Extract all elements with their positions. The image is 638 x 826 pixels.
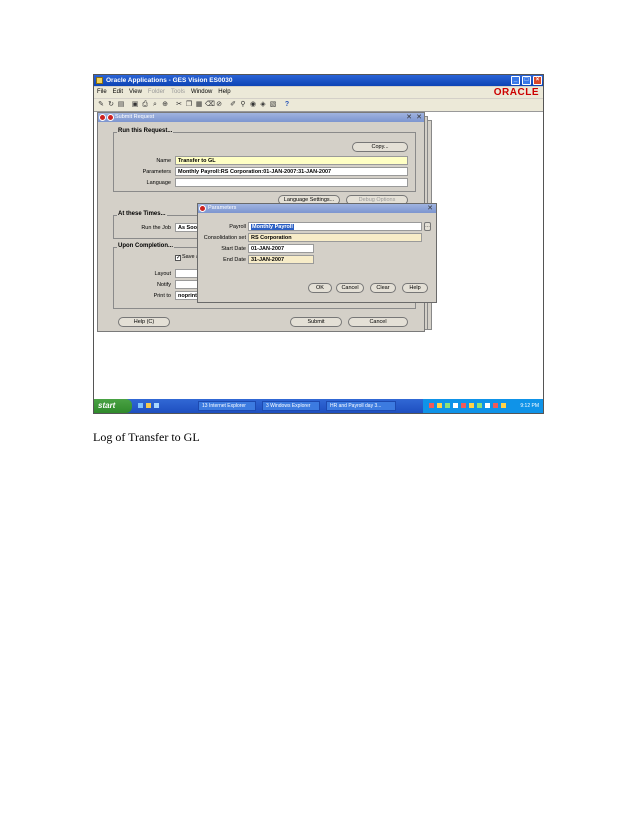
run-request-heading: Run this Request... [117, 128, 174, 134]
parameters-title: Parameters [208, 205, 237, 211]
parameters-field[interactable]: Monthly Payroll:RS Corporation:01-JAN-20… [175, 167, 408, 176]
tray-icon[interactable] [477, 403, 482, 408]
parameters-dialog: Parameters ✕ Payroll Monthly Payroll … C… [197, 203, 437, 303]
menu-window[interactable]: Window [191, 89, 212, 95]
window-menu-icon[interactable]: ✕ [406, 113, 412, 122]
cut-icon[interactable]: ✂ [175, 101, 183, 109]
close-parameters-icon[interactable]: ✕ [427, 204, 433, 213]
submit-request-title: Submit Request [115, 114, 155, 120]
window-icon[interactable]: ▧ [269, 101, 277, 109]
help-icon[interactable]: ? [283, 101, 291, 109]
language-field[interactable] [175, 178, 408, 187]
app-title: Oracle Applications - GES Vision ES0030 [106, 77, 233, 84]
run-job-label: Run the Job [141, 225, 171, 231]
tray-icon[interactable] [501, 403, 506, 408]
taskbar: start 13 Internet Explorer 3 Windows Exp… [94, 399, 543, 413]
translate-icon[interactable]: ◈ [259, 101, 267, 109]
end-date-field[interactable]: 31-JAN-2007 [248, 255, 314, 264]
new-icon[interactable]: ✎ [97, 101, 105, 109]
help-button[interactable]: Help (C) [118, 317, 170, 327]
zoom-icon[interactable]: ⊕ [161, 101, 169, 109]
quick-launch-icon[interactable] [154, 403, 159, 408]
edit-icon[interactable]: ✐ [229, 101, 237, 109]
toolbar: ✎ ↻ ▤ ▣ ⎙ ⌕ ⊕ ✂ ❐ ▦ ⌫ ⊘ ✐ ⚲ ◉ ◈ ▧ ? [94, 99, 543, 112]
menu-file[interactable]: File [97, 89, 107, 95]
consolidation-label: Consolidation set [203, 235, 246, 241]
ok-button[interactable]: OK [308, 283, 332, 293]
delete-icon[interactable]: ⊘ [215, 101, 223, 109]
layout-label: Layout [154, 271, 171, 277]
start-button[interactable]: start [94, 399, 132, 413]
taskbar-item-ie[interactable]: 13 Internet Explorer [198, 401, 256, 411]
open-icon[interactable]: ▤ [117, 101, 125, 109]
submit-button[interactable]: Submit [290, 317, 342, 327]
oracle-icon [107, 114, 114, 121]
menu-tools[interactable]: Tools [171, 89, 185, 95]
tray-icon[interactable] [429, 403, 434, 408]
parameters-label: Parameters [142, 169, 171, 175]
copy-button[interactable]: Copy... [352, 142, 408, 152]
app-icon [96, 77, 103, 84]
consolidation-field[interactable]: RS Corporation [248, 233, 422, 242]
navigate-icon[interactable]: ↻ [107, 101, 115, 109]
taskbar-item-document[interactable]: HR and Payroll day 3... [326, 401, 396, 411]
app-title-bar: Oracle Applications - GES Vision ES0030 … [94, 75, 543, 86]
clear-icon[interactable]: ⌫ [205, 101, 215, 109]
menu-bar: File Edit View Folder Tools Window Help [94, 87, 543, 98]
payroll-label: Payroll [229, 224, 246, 230]
list-of-values-icon[interactable]: … [424, 222, 431, 231]
language-label: Language [146, 180, 171, 186]
paste-icon[interactable]: ▦ [195, 101, 203, 109]
print-to-label: Print to [153, 293, 171, 299]
start-date-label: Start Date [221, 246, 246, 252]
taskbar-item-explorer[interactable]: 3 Windows Explorer [262, 401, 320, 411]
quick-launch-icon[interactable] [146, 403, 151, 408]
schedule-heading: At these Times... [117, 211, 167, 217]
screenshot: Oracle Applications - GES Vision ES0030 … [93, 74, 544, 414]
print-icon[interactable]: ⎙ [141, 101, 149, 109]
tray-icon[interactable] [445, 403, 450, 408]
close-window-icon[interactable]: ✕ [416, 113, 422, 122]
oracle-icon [199, 205, 206, 212]
menu-view[interactable]: View [129, 89, 142, 95]
attach-icon[interactable]: ⚲ [239, 101, 247, 109]
close-icon[interactable]: × [533, 76, 542, 85]
caption: Log of Transfer to GL [93, 430, 200, 444]
tray-icon[interactable] [469, 403, 474, 408]
completion-heading: Upon Completion... [117, 243, 174, 249]
folder-icon[interactable]: ◉ [249, 101, 257, 109]
maximize-icon[interactable]: □ [522, 76, 531, 85]
quick-launch-icon[interactable] [138, 403, 143, 408]
name-label: Name [156, 158, 171, 164]
end-date-label: End Date [223, 257, 246, 263]
save-icon[interactable]: ▣ [131, 101, 139, 109]
menu-edit[interactable]: Edit [113, 89, 123, 95]
menu-help[interactable]: Help [218, 89, 230, 95]
payroll-field[interactable]: Monthly Payroll [248, 222, 422, 231]
copy-icon[interactable]: ❐ [185, 101, 193, 109]
system-tray: 9:12 PM [423, 399, 543, 413]
minimize-icon[interactable]: _ [511, 76, 520, 85]
tray-icon[interactable] [461, 403, 466, 408]
name-field[interactable]: Transfer to GL [175, 156, 408, 165]
clear-button[interactable]: Clear [370, 283, 396, 293]
tray-icon[interactable] [485, 403, 490, 408]
start-date-field[interactable]: 01-JAN-2007 [248, 244, 314, 253]
tray-icon[interactable] [493, 403, 498, 408]
notify-label: Notify [156, 282, 171, 288]
clock: 9:12 PM [520, 403, 539, 409]
cancel-button[interactable]: Cancel [348, 317, 408, 327]
save-checkbox[interactable]: ✓ [175, 255, 181, 261]
oracle-logo: ORACLE [493, 87, 539, 98]
parameters-title-bar: Parameters ✕ [198, 204, 436, 213]
payroll-value: Monthly Payroll [251, 224, 294, 230]
tray-icon[interactable] [453, 403, 458, 408]
oracle-icon [99, 114, 106, 121]
parameters-cancel-button[interactable]: Cancel [336, 283, 364, 293]
parameters-help-button[interactable]: Help [402, 283, 428, 293]
tray-icon[interactable] [437, 403, 442, 408]
find-icon[interactable]: ⌕ [151, 101, 159, 109]
submit-request-title-bar: Submit Request ✕ ✕ [98, 113, 424, 122]
menu-folder[interactable]: Folder [148, 89, 165, 95]
